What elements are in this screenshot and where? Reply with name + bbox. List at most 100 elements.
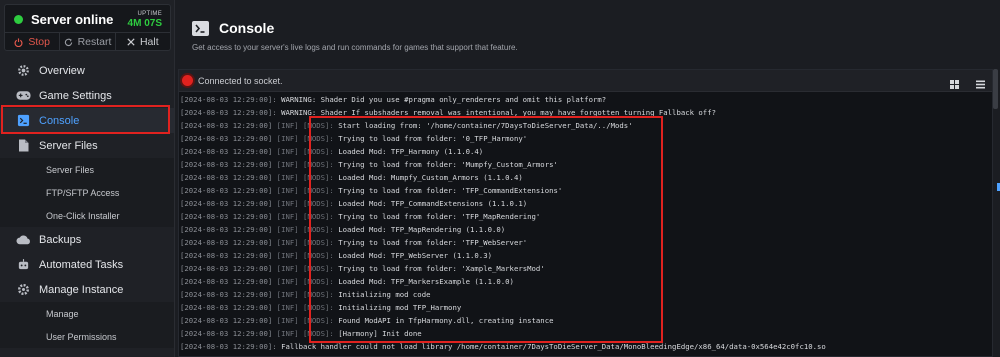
log-msg: Trying to load from folder: 'TFP_Command… <box>338 186 563 195</box>
sidebar-item-game-settings[interactable]: Game Settings <box>0 83 174 108</box>
grid-view-icon[interactable] <box>950 76 959 89</box>
log-mods: [MODS]: <box>303 225 334 234</box>
log-msg: Initializing mod TFP_Harmony <box>338 303 462 312</box>
sidebar-subitem-user-permissions[interactable]: User Permissions <box>0 325 174 348</box>
restart-button[interactable]: Restart <box>60 33 116 51</box>
log-msg: Loaded Mod: TFP_CommandExtensions (1.1.0… <box>338 199 528 208</box>
terminal-icon <box>192 20 209 36</box>
log-ts: [2024-08-03 12:29:00] <box>180 134 273 143</box>
log-tag: [INF] <box>276 225 299 234</box>
sidebar-item-manage-instance[interactable]: Manage Instance <box>0 277 174 302</box>
log-line: [2024-08-03 12:29:00] [INF] [MODS]: Init… <box>180 301 988 314</box>
sidebar-subitem-server-files[interactable]: Server Files <box>0 158 174 181</box>
halt-button[interactable]: Halt <box>116 33 170 51</box>
log-msg: Trying to load from folder: 'TFP_MapRend… <box>338 212 541 221</box>
sidebar-item-label: Manage Instance <box>39 283 124 296</box>
log-tag: [INF] <box>276 316 299 325</box>
stop-label: Stop <box>28 36 50 48</box>
log-ts: [2024-08-03 12:29:00] <box>180 212 273 221</box>
log-ts: [2024-08-03 12:29:00] <box>180 277 273 286</box>
sidebar-item-label: Console <box>39 114 80 127</box>
sidebar-subitem-ftp-access[interactable]: FTP/SFTP Access <box>0 181 174 204</box>
log-msg: Found ModAPI in TfpHarmony.dll, creating… <box>338 316 554 325</box>
socket-status-indicator <box>182 75 193 86</box>
log-mods: [MODS]: <box>303 121 334 130</box>
log-ts: [2024-08-03 12:29:00] <box>180 160 273 169</box>
console-log[interactable]: [2024-08-03 12:29:00]: WARNING: Shader D… <box>180 93 988 353</box>
log-tag: [INF] <box>276 303 299 312</box>
file-icon <box>15 138 31 154</box>
log-line: [2024-08-03 12:29:00] [INF] [MODS]: Load… <box>180 223 988 236</box>
log-line: [2024-08-03 12:29:00] [INF] [MODS]: Tryi… <box>180 262 988 275</box>
sidebar-item-server-files[interactable]: Server Files <box>0 133 174 158</box>
log-line: [2024-08-03 12:29:00] [INF] [MODS]: Load… <box>180 275 988 288</box>
log-mods: [MODS]: <box>303 199 334 208</box>
sidebar: Server online UPTIME 4M 07S Stop Restart… <box>0 0 175 357</box>
sidebar-item-automated-tasks[interactable]: Automated Tasks <box>0 252 174 277</box>
log-ts: [2024-08-03 12:29:00] <box>180 290 273 299</box>
log-ts: [2024-08-03 12:29:00]: <box>180 108 277 117</box>
log-tag: [INF] <box>276 264 299 273</box>
menu-icon[interactable] <box>976 76 985 89</box>
log-mods: [MODS]: <box>303 277 334 286</box>
socket-status-text: Connected to socket. <box>198 76 283 86</box>
log-line: [2024-08-03 12:29:00]: WARNING: Shader D… <box>180 93 988 106</box>
sidebar-item-overview[interactable]: Overview <box>0 58 174 83</box>
sidebar-item-console[interactable]: Console <box>0 108 174 133</box>
log-tag: [INF] <box>276 121 299 130</box>
log-line: [2024-08-03 12:29:00] [INF] [MODS]: Load… <box>180 171 988 184</box>
log-msg: Loaded Mod: Mumpfy_Custom_Armors (1.1.0.… <box>338 173 523 182</box>
log-line: [2024-08-03 12:29:00] [INF] [MODS]: Foun… <box>180 314 988 327</box>
log-ts: [2024-08-03 12:29:00] <box>180 199 273 208</box>
log-msg: WARNING: Shader If subshaders removal wa… <box>281 108 716 117</box>
log-msg: Loaded Mod: TFP_WebServer (1.1.0.3) <box>338 251 492 260</box>
log-msg: Fallback handler could not load library … <box>281 342 826 351</box>
sidebar-item-label: Automated Tasks <box>39 258 124 271</box>
halt-label: Halt <box>139 36 159 48</box>
power-controls: Stop Restart Halt <box>5 32 170 51</box>
scrollbar-thumb[interactable] <box>993 69 998 109</box>
log-mods: [MODS]: <box>303 238 334 247</box>
log-ts: [2024-08-03 12:29:00] <box>180 225 273 234</box>
log-ts: [2024-08-03 12:29:00] <box>180 121 273 130</box>
log-msg: Loaded Mod: TFP_MapRendering (1.1.0.0) <box>338 225 506 234</box>
sidebar-item-backups[interactable]: Backups <box>0 227 174 252</box>
log-mods: [MODS]: <box>303 173 334 182</box>
log-mods: [MODS]: <box>303 147 334 156</box>
uptime-value: 4M 07S <box>127 18 162 29</box>
sidebar-subitem-manage[interactable]: Manage <box>0 302 174 325</box>
log-ts: [2024-08-03 12:29:00] <box>180 186 273 195</box>
sidebar-subitem-one-click-installer[interactable]: One-Click Installer <box>0 204 174 227</box>
log-tag: [INF] <box>276 238 299 247</box>
sidebar-item-label: Backups <box>39 233 82 246</box>
log-msg: Start loading from: '/home/container/7Da… <box>338 121 633 130</box>
log-line: [2024-08-03 12:29:00] [INF] [MODS]: [Har… <box>180 327 988 340</box>
log-msg: Trying to load from folder: 'Xample_Mark… <box>338 264 545 273</box>
log-msg: Trying to load from folder: 'Mumpfy_Cust… <box>338 160 558 169</box>
scrollbar[interactable] <box>992 69 998 357</box>
log-line: [2024-08-03 12:29:00] [INF] [MODS]: Load… <box>180 145 988 158</box>
page-header: Console <box>192 20 274 36</box>
log-tag: [INF] <box>276 147 299 156</box>
log-msg: WARNING: Shader Did you use #pragma only… <box>281 95 607 104</box>
log-tag: [INF] <box>276 186 299 195</box>
log-ts: [2024-08-03 12:29:00] <box>180 316 273 325</box>
log-ts: [2024-08-03 12:29:00] <box>180 238 273 247</box>
close-icon <box>127 38 135 46</box>
log-tag: [INF] <box>276 160 299 169</box>
log-tag: [INF] <box>276 199 299 208</box>
sidebar-item-label: Game Settings <box>39 89 112 102</box>
log-ts: [2024-08-03 12:29:00] <box>180 251 273 260</box>
log-ts: [2024-08-03 12:29:00] <box>180 147 273 156</box>
log-tag: [INF] <box>276 329 299 338</box>
sidebar-item-label: Server Files <box>39 139 98 152</box>
uptime-label: UPTIME <box>137 11 162 17</box>
cloud-icon <box>15 232 31 248</box>
log-tag: [INF] <box>276 212 299 221</box>
log-line: [2024-08-03 12:29:00] [INF] [MODS]: Tryi… <box>180 132 988 145</box>
terminal-icon <box>15 113 31 129</box>
gamepad-icon <box>15 88 31 104</box>
stop-button[interactable]: Stop <box>5 33 61 51</box>
log-tag: [INF] <box>276 173 299 182</box>
robot-icon <box>15 257 31 273</box>
